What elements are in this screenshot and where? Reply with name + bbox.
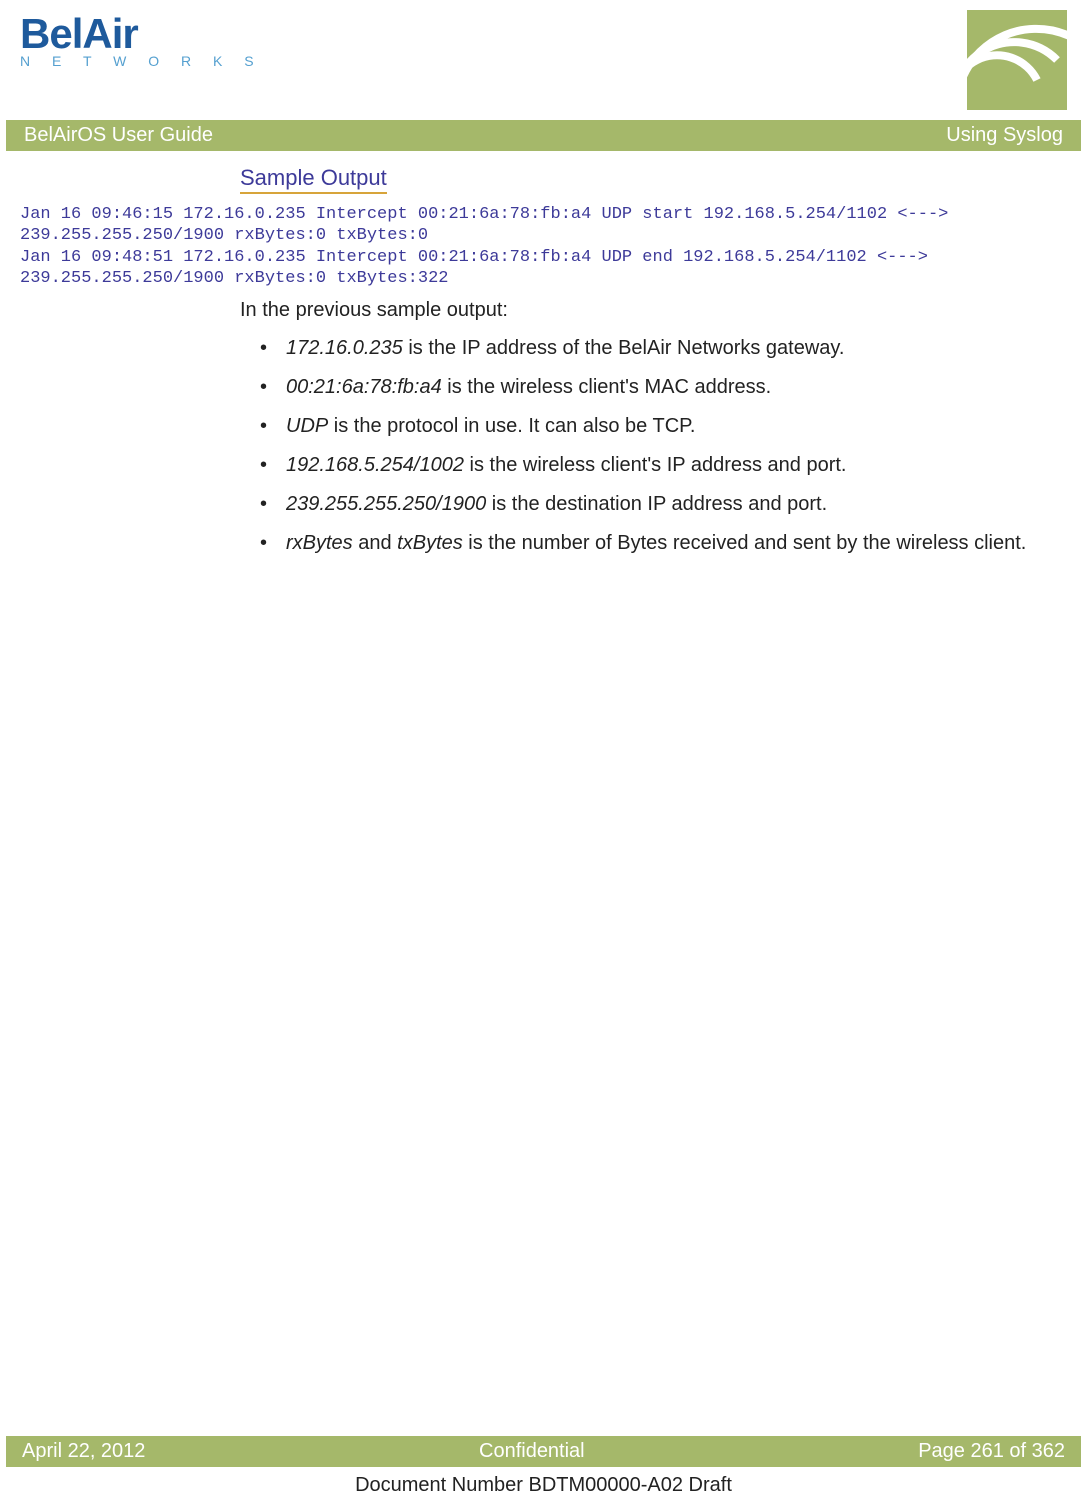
bullet-marker: • xyxy=(260,334,270,363)
list-item: • rxBytes and txBytes is the number of By… xyxy=(260,529,1067,558)
wave-icon xyxy=(967,10,1067,115)
logo-main-text: BelAir xyxy=(20,10,138,58)
page-header: BelAir N E T W O R K S xyxy=(0,0,1087,120)
bullet-marker: • xyxy=(260,529,270,558)
footer-page: Page 261 of 362 xyxy=(918,1440,1065,1463)
bullet-marker: • xyxy=(260,490,270,519)
bullet-marker: • xyxy=(260,412,270,441)
bullet-text: 192.168.5.254/1002 is the wireless clien… xyxy=(286,451,1067,480)
list-item: • 172.16.0.235 is the IP address of the B… xyxy=(260,334,1067,363)
bullet-marker: • xyxy=(260,451,270,480)
bullet-text: 239.255.255.250/1900 is the destination … xyxy=(286,490,1067,519)
document-number: Document Number BDTM00000-A02 Draft xyxy=(0,1474,1087,1497)
list-item: • 00:21:6a:78:fb:a4 is the wireless clien… xyxy=(260,373,1067,402)
title-right: Using Syslog xyxy=(946,124,1063,147)
footer-date: April 22, 2012 xyxy=(22,1440,145,1463)
bullet-text: 172.16.0.235 is the IP address of the Be… xyxy=(286,334,1067,363)
list-item: • UDP is the protocol in use. It can also… xyxy=(260,412,1067,441)
bullet-list: • 172.16.0.235 is the IP address of the B… xyxy=(260,334,1067,558)
code-output: Jan 16 09:46:15 172.16.0.235 Intercept 0… xyxy=(20,204,1067,289)
title-bar: BelAirOS User Guide Using Syslog xyxy=(6,120,1081,151)
bullet-marker: • xyxy=(260,373,270,402)
bullet-text: UDP is the protocol in use. It can also … xyxy=(286,412,1067,441)
intro-text: In the previous sample output: xyxy=(240,299,1067,322)
logo-sub-text: N E T W O R K S xyxy=(20,53,263,69)
footer-confidential: Confidential xyxy=(479,1440,585,1463)
section-heading: Sample Output xyxy=(240,165,387,194)
bullet-text: rxBytes and txBytes is the number of Byt… xyxy=(286,529,1067,558)
list-item: • 192.168.5.254/1002 is the wireless clie… xyxy=(260,451,1067,480)
footer-bar: April 22, 2012 Confidential Page 261 of … xyxy=(6,1436,1081,1467)
list-item: • 239.255.255.250/1900 is the destination… xyxy=(260,490,1067,519)
bullet-text: 00:21:6a:78:fb:a4 is the wireless client… xyxy=(286,373,1067,402)
content-area: Sample Output Jan 16 09:46:15 172.16.0.2… xyxy=(0,151,1087,582)
title-left: BelAirOS User Guide xyxy=(24,124,213,147)
logo: BelAir N E T W O R K S xyxy=(20,10,263,69)
